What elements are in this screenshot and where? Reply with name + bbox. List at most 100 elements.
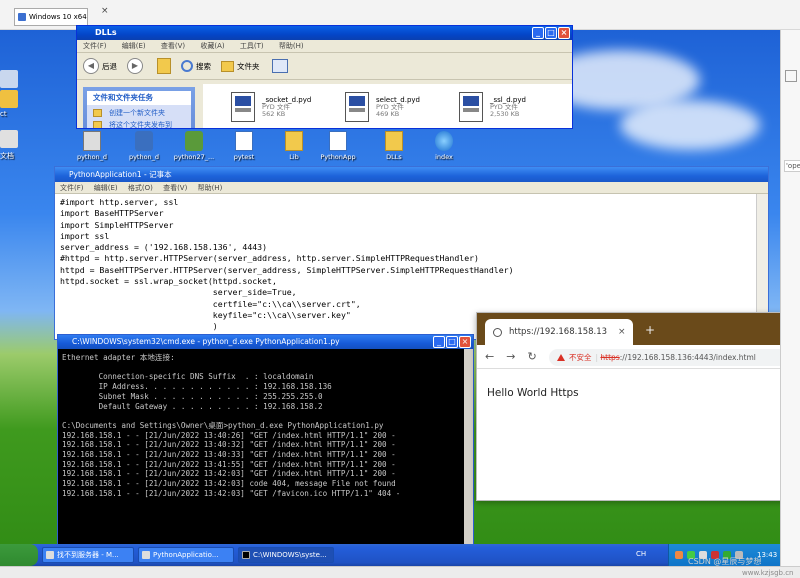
back-arrow-icon[interactable]: ◀	[83, 58, 99, 74]
menu-favorites[interactable]: 收藏(A)	[200, 42, 224, 50]
task-label: 创建一个新文件夹	[109, 109, 165, 117]
vertical-scrollbar[interactable]	[464, 349, 473, 545]
icon-label: python_d	[128, 153, 160, 161]
desktop-icon-pytest[interactable]: pytest	[222, 131, 266, 161]
menu-help[interactable]: 帮助(H)	[198, 184, 223, 192]
file-tasks-panel: 文件和文件夹任务 创建一个新文件夹 将这个文件夹发布到	[87, 91, 191, 129]
tray-icon[interactable]	[675, 551, 683, 559]
window-title: C:\WINDOWS\system32\cmd.exe - python_d.e…	[72, 337, 340, 346]
menu-edit[interactable]: 编辑(E)	[94, 184, 118, 192]
menu-edit[interactable]: 编辑(E)	[122, 42, 146, 50]
desktop-icon-pythonapp[interactable]: PythonApp	[316, 131, 360, 161]
file-size: 469 KB	[376, 110, 400, 118]
side-option-label[interactable]: 'ope	[784, 160, 800, 172]
ie-icon	[46, 551, 54, 559]
desktop-icon-label: 文档	[0, 152, 14, 160]
file-item[interactable]: _ssl_d.pyd PYD 文件 2,530 KB	[441, 90, 561, 128]
language-indicator[interactable]: CH	[636, 550, 646, 558]
cmd-title-bar[interactable]: C:\WINDOWS\system32\cmd.exe - python_d.e…	[58, 335, 473, 349]
taskbar-item-cmd[interactable]: C:\WINDOWS\syste...	[238, 547, 334, 563]
desktop-icon[interactable]	[0, 90, 18, 108]
menu-format[interactable]: 格式(O)	[128, 184, 153, 192]
forward-arrow-icon[interactable]: →	[506, 350, 515, 363]
menu-help[interactable]: 帮助(H)	[279, 42, 304, 50]
close-icon[interactable]: ×	[101, 3, 113, 19]
close-button[interactable]: ×	[459, 336, 471, 348]
vm-tab-title: Windows 10 x64	[29, 13, 87, 21]
file-item[interactable]: select_d.pyd PYD 文件 469 KB	[327, 90, 447, 128]
folders-icon	[221, 60, 234, 72]
reload-icon[interactable]: ↻	[527, 350, 536, 363]
notepad-menu-bar: 文件(F) 编辑(E) 格式(O) 查看(V) 帮助(H)	[55, 182, 768, 194]
browser-tab[interactable]: https://192.168.158.13 ×	[485, 319, 633, 345]
folder-icon	[93, 109, 102, 117]
file-size: 562 KB	[262, 110, 286, 118]
file-icon	[235, 131, 253, 151]
notepad-title-bar[interactable]: PythonApplication1 - 记事本	[55, 167, 768, 182]
pyd-file-icon	[231, 92, 255, 122]
icon-label: pytest	[233, 153, 255, 161]
icon-label: index	[435, 153, 453, 161]
cmd-icon	[242, 551, 250, 559]
menu-file[interactable]: 文件(F)	[60, 184, 84, 192]
notepad-icon	[142, 551, 150, 559]
watermark-site: www.kzjsgb.cn	[742, 569, 794, 577]
file-item[interactable]: _socket_d.pyd PYD 文件 562 KB	[213, 90, 333, 128]
explorer-menu-bar: 文件(F) 编辑(E) 查看(V) 收藏(A) 工具(T) 帮助(H)	[77, 40, 572, 53]
desktop-icon-python-d[interactable]: python_d	[122, 131, 166, 161]
folders-button[interactable]: 文件夹	[237, 61, 260, 72]
desktop-icon-index[interactable]: index	[422, 131, 466, 161]
minimize-button[interactable]: _	[532, 27, 544, 39]
desktop-icon-lib[interactable]: Lib	[272, 131, 316, 161]
window-title: DLLs	[95, 28, 117, 37]
vm-tab[interactable]: Windows 10 x64 ×	[14, 6, 109, 26]
task-label: 将这个文件夹发布到	[109, 121, 172, 129]
task-new-folder[interactable]: 创建一个新文件夹	[87, 107, 191, 119]
windows-icon	[18, 13, 26, 21]
cmd-output[interactable]: Ethernet adapter 本地连接: Connection-specif…	[62, 353, 464, 543]
desktop-icon[interactable]	[0, 70, 18, 88]
desktop-icon-python27[interactable]: python27_...	[172, 131, 216, 161]
not-secure-label[interactable]: 不安全	[569, 353, 592, 362]
globe-icon	[493, 328, 502, 337]
url-text: ://192.168.158.136:4443/index.html	[619, 353, 756, 362]
taskbar-item-browser[interactable]: 找不到服务器 - M...	[42, 547, 134, 563]
desktop-icon[interactable]	[0, 130, 18, 148]
watermark: CSDN @星辰与梦想	[688, 557, 762, 566]
views-icon[interactable]	[271, 59, 288, 73]
explorer-window: DLLs _ □ × 文件(F) 编辑(E) 查看(V) 收藏(A) 工具(T)…	[76, 25, 573, 129]
menu-view[interactable]: 查看(V)	[161, 42, 185, 50]
panel-icon[interactable]	[785, 70, 797, 82]
desktop-icon-dlls[interactable]: DLLs	[372, 131, 416, 161]
browser-window: https://192.168.158.13 × + ← → ↻ 不安全 | ht…	[476, 312, 794, 501]
minimize-button[interactable]: _	[433, 336, 445, 348]
back-button-label[interactable]: 后退	[102, 61, 117, 72]
search-button[interactable]: 搜索	[196, 61, 211, 72]
cmd-window: C:\WINDOWS\system32\cmd.exe - python_d.e…	[57, 334, 474, 545]
taskbar-item-notepad[interactable]: PythonApplicatio...	[138, 547, 234, 563]
taskbar-item-label: C:\WINDOWS\syste...	[253, 551, 327, 559]
explorer-title-bar[interactable]: DLLs _ □ ×	[77, 26, 572, 40]
task-pane-heading[interactable]: 文件和文件夹任务	[87, 91, 191, 105]
menu-tools[interactable]: 工具(T)	[240, 42, 264, 50]
menu-file[interactable]: 文件(F)	[83, 42, 107, 50]
address-bar[interactable]: 不安全 | https://192.168.158.136:4443/index.…	[549, 349, 789, 366]
desktop-icon-python-d[interactable]: python_d	[70, 131, 114, 161]
start-button[interactable]	[0, 544, 38, 566]
maximize-button[interactable]: □	[446, 336, 458, 348]
task-publish-folder[interactable]: 将这个文件夹发布到	[87, 119, 191, 129]
close-button[interactable]: ×	[558, 27, 570, 39]
close-icon[interactable]: ×	[618, 319, 626, 345]
up-folder-icon[interactable]	[157, 58, 171, 74]
icon-label: python_d	[76, 153, 108, 161]
ie-icon	[435, 131, 453, 151]
icon-label: DLLs	[386, 153, 402, 161]
maximize-button[interactable]: □	[545, 27, 557, 39]
forward-arrow-icon[interactable]: ▶	[127, 58, 143, 74]
new-tab-button[interactable]: +	[645, 323, 655, 337]
menu-view[interactable]: 查看(V)	[163, 184, 187, 192]
search-icon	[181, 60, 193, 72]
vm-side-panel	[780, 30, 800, 578]
back-arrow-icon[interactable]: ←	[485, 350, 494, 363]
icon-label: PythonApp	[320, 153, 356, 161]
